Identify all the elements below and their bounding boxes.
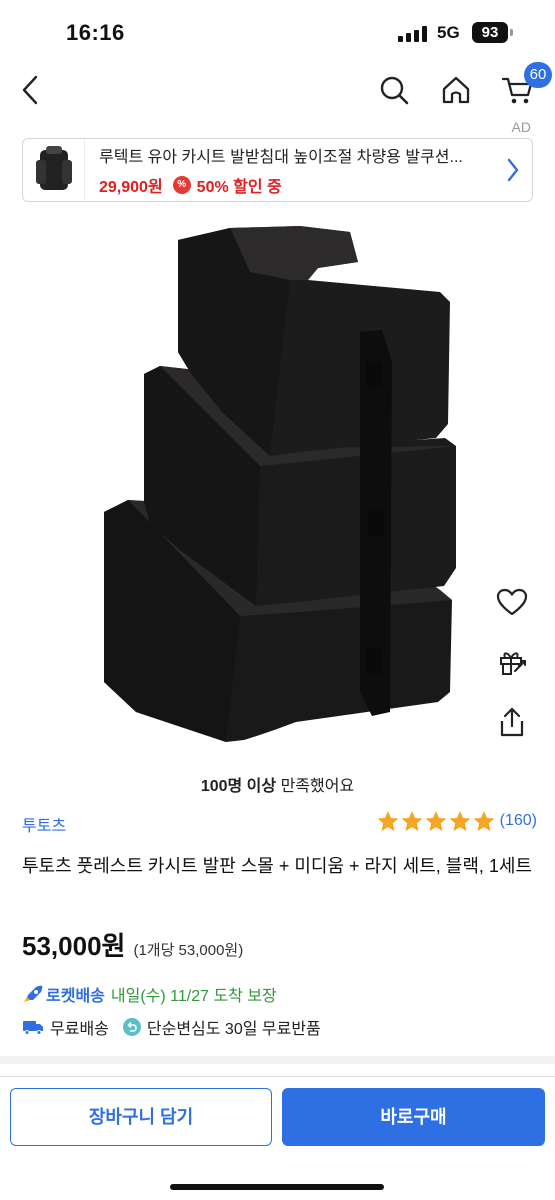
product-thumbnail-image <box>35 146 72 190</box>
home-button[interactable] <box>434 68 478 112</box>
section-divider <box>0 1056 555 1064</box>
chevron-right-icon <box>507 158 519 182</box>
top-nav <box>0 64 555 116</box>
price: 53,000원 <box>22 931 126 961</box>
status-bar: 16:16 5G 93 <box>0 0 555 64</box>
star-icon <box>377 811 399 831</box>
arrival-date: 내일(수) 11/27 도착 보장 <box>110 988 277 1005</box>
rocket-label: 로켓배송 <box>46 988 105 1005</box>
buy-now-button[interactable]: 바로구매 <box>282 1088 545 1146</box>
rating[interactable]: (160) <box>376 810 537 832</box>
search-icon <box>380 76 409 105</box>
truck-icon <box>22 1018 44 1036</box>
ad-thumbnail <box>23 139 85 201</box>
ad-discount: 50% 할인 중 <box>196 179 282 196</box>
satisfaction-suffix: 만족했어요 <box>276 778 355 795</box>
product-image[interactable] <box>0 212 555 772</box>
search-button[interactable] <box>372 68 416 112</box>
battery-tip <box>510 29 513 36</box>
ad-title: 루텍트 유아 카시트 발받침대 높이조절 차량용 발쿠션... <box>99 149 463 166</box>
free-return: 단순변심도 30일 무료반품 <box>146 1021 321 1038</box>
signal-icon <box>398 26 428 42</box>
perks: 무료배송 단순변심도 30일 무료반품 <box>22 1015 321 1039</box>
status-time: 16:16 <box>66 20 125 45</box>
star-rating <box>376 810 496 832</box>
share-button[interactable] <box>490 700 534 744</box>
network-label: 5G <box>437 23 460 42</box>
side-actions <box>490 580 534 760</box>
gift-button[interactable] <box>490 640 534 684</box>
heart-icon <box>496 588 528 616</box>
return-icon <box>122 1018 141 1036</box>
ad-price: 29,900원 <box>99 179 163 196</box>
satisfaction-count: 100명 이상 <box>200 778 277 795</box>
star-icon <box>473 811 495 831</box>
star-icon <box>401 811 423 831</box>
price-row: 53,000원 (1개당 53,000원) <box>22 926 243 963</box>
share-icon <box>500 707 524 737</box>
add-to-cart-button[interactable]: 장바구니 담기 <box>10 1088 272 1146</box>
chevron-left-icon <box>22 75 38 105</box>
cart-count-badge: 60 <box>524 62 552 88</box>
gift-icon <box>500 652 526 675</box>
back-button[interactable] <box>8 68 52 112</box>
review-count[interactable]: (160) <box>500 812 537 830</box>
star-icon <box>449 811 471 831</box>
bottom-bar-divider <box>0 1076 555 1077</box>
product-title: 투토츠 풋레스트 카시트 발판 스몰 + 미디움 + 라지 세트, 블랙, 1세… <box>22 856 533 876</box>
brand-link[interactable]: 투토츠 <box>22 812 66 836</box>
star-icon <box>425 811 447 831</box>
unit-price: (1개당 53,000원) <box>133 942 244 959</box>
ad-banner[interactable]: 루텍트 유아 카시트 발받침대 높이조절 차량용 발쿠션... 29,900원 … <box>22 138 533 202</box>
home-icon <box>442 76 470 104</box>
free-shipping: 무료배송 <box>50 1021 109 1038</box>
rocket-delivery: 로켓배송 내일(수) 11/27 도착 보장 <box>22 982 277 1006</box>
rocket-icon <box>24 985 43 1002</box>
satisfaction-text: 100명 이상 만족했어요 <box>0 772 555 796</box>
home-indicator <box>170 1184 384 1190</box>
battery-icon: 93 <box>472 22 508 43</box>
ad-label: AD <box>511 119 531 135</box>
discount-icon: % <box>172 176 191 194</box>
wishlist-button[interactable] <box>490 580 534 624</box>
